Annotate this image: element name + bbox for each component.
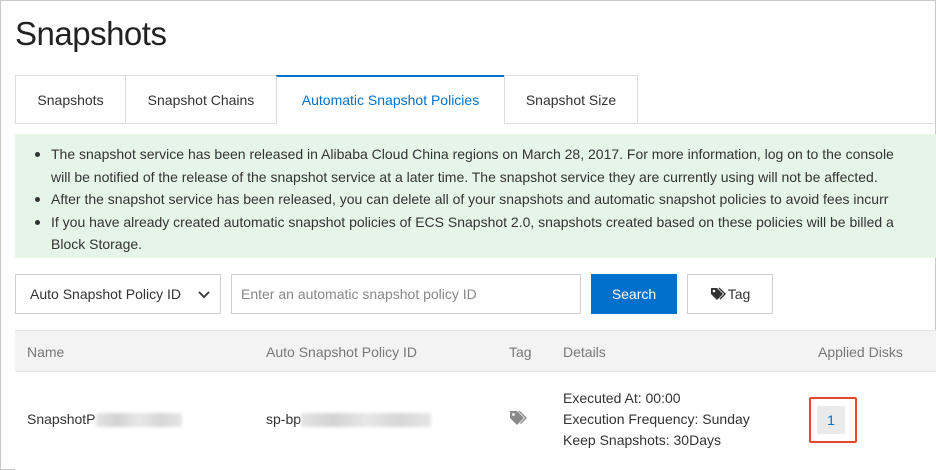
tab-snapshot-chains[interactable]: Snapshot Chains xyxy=(125,75,276,124)
policy-details-cell: Executed At: 00:00 Execution Frequency: … xyxy=(563,388,750,451)
keep-snapshots: Keep Snapshots: 30Days xyxy=(563,432,721,448)
tag-icon xyxy=(710,287,726,300)
policy-name-cell: SnapshotP xyxy=(27,411,182,428)
execution-frequency: Execution Frequency: Sunday xyxy=(563,411,750,427)
column-header-name: Name xyxy=(27,344,65,360)
column-header-details: Details xyxy=(563,344,606,360)
notice-text-continued: Block Storage. xyxy=(51,236,143,252)
notice-text-continued: will be notified of the release of the s… xyxy=(51,168,878,185)
tag-filter-button[interactable]: Tag xyxy=(687,274,773,314)
tab-bar-divider xyxy=(637,123,936,124)
policy-name: SnapshotP xyxy=(27,411,96,427)
notice-text: If you have already created automatic sn… xyxy=(51,213,894,230)
executed-at: Executed At: 00:00 xyxy=(563,390,681,406)
policy-id: sp-bp xyxy=(266,411,302,427)
search-field-select-value: Auto Snapshot Policy ID xyxy=(30,286,181,302)
tab-snapshot-size[interactable]: Snapshot Size xyxy=(504,75,638,124)
tab-snapshots[interactable]: Snapshots xyxy=(15,75,125,124)
search-field-select[interactable]: Auto Snapshot Policy ID xyxy=(15,274,221,314)
tab-automatic-snapshot-policies[interactable]: Automatic Snapshot Policies xyxy=(276,75,504,124)
search-button[interactable]: Search xyxy=(591,274,677,314)
tab-bar: Snapshots Snapshot Chains Automatic Snap… xyxy=(15,75,638,124)
policy-table: Name Auto Snapshot Policy ID Tag Details… xyxy=(15,330,936,470)
tag-filter-label: Tag xyxy=(727,286,751,302)
notice-item: If you have already created automatic sn… xyxy=(29,211,936,234)
table-row: SnapshotP sp-bp Executed At: 00:00 Execu… xyxy=(15,372,936,470)
notice-text: After the snapshot service has been rele… xyxy=(51,191,889,207)
page-title: Snapshots xyxy=(15,15,167,52)
column-header-tag: Tag xyxy=(509,344,532,360)
notice-text: The snapshot service has been released i… xyxy=(51,146,894,162)
search-input[interactable] xyxy=(231,274,581,314)
column-header-policy-id: Auto Snapshot Policy ID xyxy=(266,344,417,360)
tag-icon[interactable] xyxy=(509,410,527,426)
chevron-down-icon xyxy=(198,291,210,299)
notice-item: The snapshot service has been released i… xyxy=(29,143,936,166)
notice-item: After the snapshot service has been rele… xyxy=(29,188,936,211)
redacted-text xyxy=(95,413,182,428)
notice-banner: The snapshot service has been released i… xyxy=(15,134,936,258)
applied-disks-highlight: 1 xyxy=(809,397,857,443)
column-header-applied-disks: Applied Disks xyxy=(818,344,903,360)
policy-id-cell: sp-bp xyxy=(266,411,432,428)
table-header: Name Auto Snapshot Policy ID Tag Details… xyxy=(15,330,936,372)
redacted-text xyxy=(301,413,432,428)
applied-disks-count-link[interactable]: 1 xyxy=(817,406,845,434)
